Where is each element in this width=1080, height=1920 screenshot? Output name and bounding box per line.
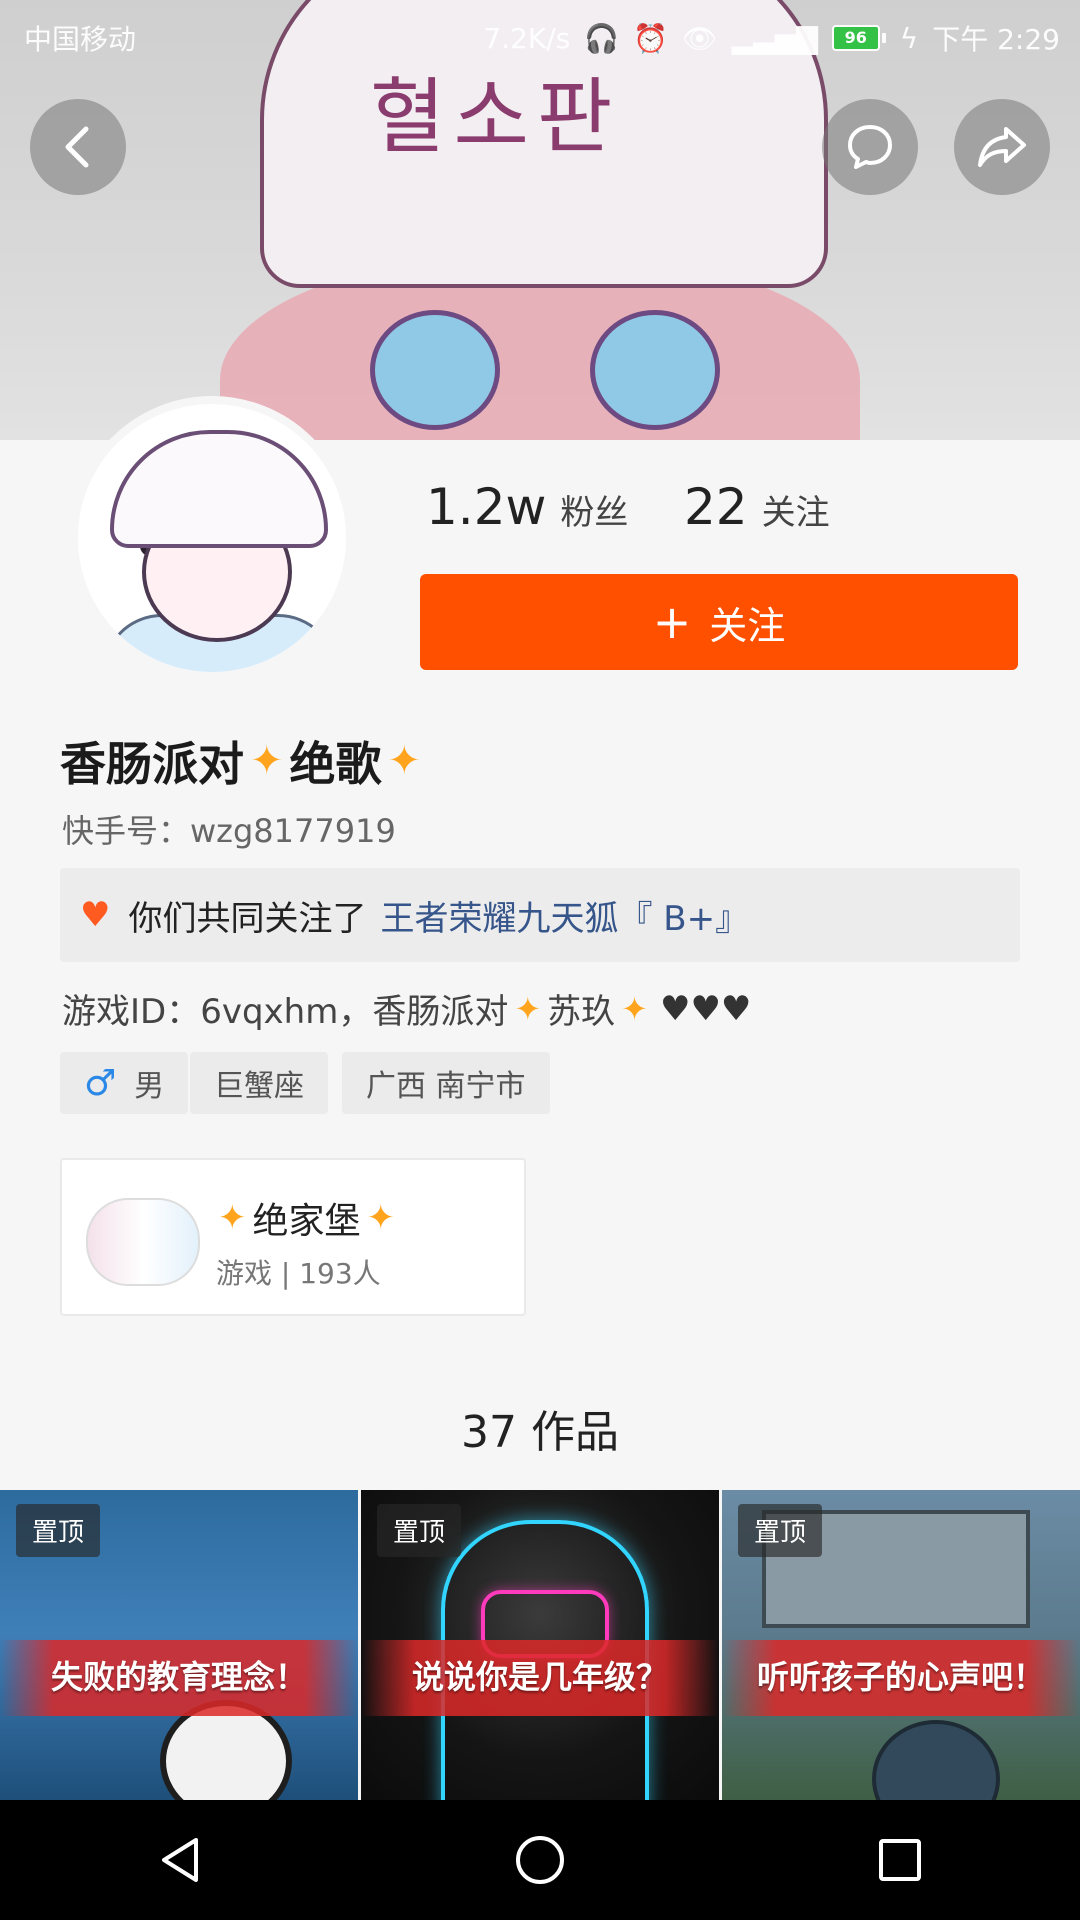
nav-home-button[interactable] [495,1815,585,1905]
avatar-art-cap [110,430,328,548]
chat-bubble-icon [848,125,892,169]
sparkle-icon: ✦ [387,738,422,784]
works-grid: 置顶 失败的教育理念！ 置顶 说说你是几年级？ 置顶 听听孩子的心声吧！ [0,1490,1080,1800]
work-tile[interactable]: 置顶 失败的教育理念！ [0,1490,358,1800]
status-bar: 中国移动 7.2K/s 🎧 ⏰ 👁 ▂▃▅▇ 96 ϟ 下午 2:29 [0,0,1080,74]
tag-gender-label: 男 [134,1069,165,1104]
system-navigation-bar [0,1800,1080,1920]
tag-constellation-label: 巨蟹座 [214,1069,304,1104]
follow-button-label: 关注 [709,603,786,648]
back-button[interactable] [30,99,126,195]
carrier-label: 中国移动 [24,23,137,56]
pinned-badge: 置顶 [377,1504,462,1557]
group-name-label: 绝家堡 [252,1201,361,1242]
square-recents-icon [879,1839,921,1881]
nav-back-button[interactable] [135,1815,225,1905]
works-count-title: 37 作品 [461,1407,619,1458]
sparkle-icon: ✦ [514,989,542,1028]
circle-home-icon [516,1836,564,1884]
work-tile[interactable]: 置顶 听听孩子的心声吧！ [722,1490,1080,1800]
message-button[interactable] [822,99,918,195]
kuaishou-id: 快手号：wzg8177919 [62,812,396,850]
followers-stat[interactable]: 1.2w 粉丝 [426,478,628,536]
share-arrow-icon [978,127,1026,167]
profile-name: 香肠派对 ✦ 绝歌 ✦ [60,728,427,794]
hearts-icon: ♥♥♥ [659,988,752,1029]
following-label: 关注 [761,493,830,533]
bio-text: 游戏ID：6vqxhm，香肠派对 [62,992,509,1032]
name-part2: 绝歌 [289,737,382,791]
charging-icon: ϟ [899,21,919,55]
mutual-follow-prefix: 你们共同关注了 [128,898,367,939]
mutual-follow-user-link[interactable]: 王者荣耀九天狐『 B+』 [380,891,749,940]
followers-label: 粉丝 [560,493,629,533]
pinned-badge: 置顶 [16,1504,101,1557]
mutual-follow-icon: ♥ [80,895,111,935]
nav-recents-button[interactable] [855,1815,945,1905]
work-caption: 说说你是几年级？ [411,1658,668,1696]
name-part1: 香肠派对 [60,737,244,791]
tag-gender: ♂ 男 [60,1052,189,1114]
work-caption: 听听孩子的心声吧！ [756,1658,1045,1696]
cover-art-eye-right [590,310,720,430]
male-icon: ♂ [84,1062,117,1104]
signal-icon: ▂▃▅▇ [731,21,818,55]
plus-icon: + [652,595,692,649]
battery-level: 96 [831,25,880,51]
headset-icon: 🎧 [584,21,620,55]
sparkle-icon: ✦ [366,1198,396,1238]
cover-art-eye-left [370,310,500,430]
group-card[interactable]: ✦ 绝家堡 ✦ 游戏 | 193人 [60,1158,526,1316]
follow-button[interactable]: + 关注 [420,574,1018,670]
triangle-back-icon [162,1838,198,1882]
pinned-badge: 置顶 [738,1504,823,1557]
following-count: 22 [684,478,748,536]
bio-suffix: 苏玖 [547,992,616,1032]
tag-constellation: 巨蟹座 [190,1052,328,1114]
clock-time: 下午 2:29 [932,23,1060,56]
sparkle-icon: ✦ [250,738,284,784]
share-button[interactable] [954,99,1050,195]
group-name: ✦ 绝家堡 ✦ [212,1192,401,1244]
following-stat[interactable]: 22 关注 [684,478,830,536]
tile-art-detail [872,1720,1000,1800]
battery-tip [881,33,886,43]
battery-icon: 96 [831,25,886,51]
sparkle-icon: ✦ [218,1198,247,1238]
eye-icon: 👁 [682,21,718,55]
network-speed: 7.2K/s [483,21,571,55]
group-meta: 游戏 | 193人 [216,1257,381,1290]
sparkle-icon: ✦ [621,989,648,1028]
group-thumbnail [86,1198,200,1286]
tag-location: 广西 南宁市 [342,1052,550,1114]
work-caption: 失败的教育理念！ [50,1658,307,1696]
profile-bio: 游戏ID：6vqxhm，香肠派对 ✦ 苏玖 ✦ ♥♥♥ [62,984,751,1033]
mutual-follow-banner[interactable]: ♥ 你们共同关注了 王者荣耀九天狐『 B+』 [60,868,1020,962]
tag-location-label: 广西 南宁市 [366,1069,526,1104]
status-right: 7.2K/s 🎧 ⏰ 👁 ▂▃▅▇ 96 ϟ 下午 2:29 [483,18,1060,58]
work-tile[interactable]: 置顶 说说你是几年级？ [361,1490,719,1800]
alarm-icon: ⏰ [633,21,669,55]
profile-avatar[interactable] [70,396,354,680]
followers-count: 1.2w [426,478,547,536]
back-icon [65,126,89,168]
